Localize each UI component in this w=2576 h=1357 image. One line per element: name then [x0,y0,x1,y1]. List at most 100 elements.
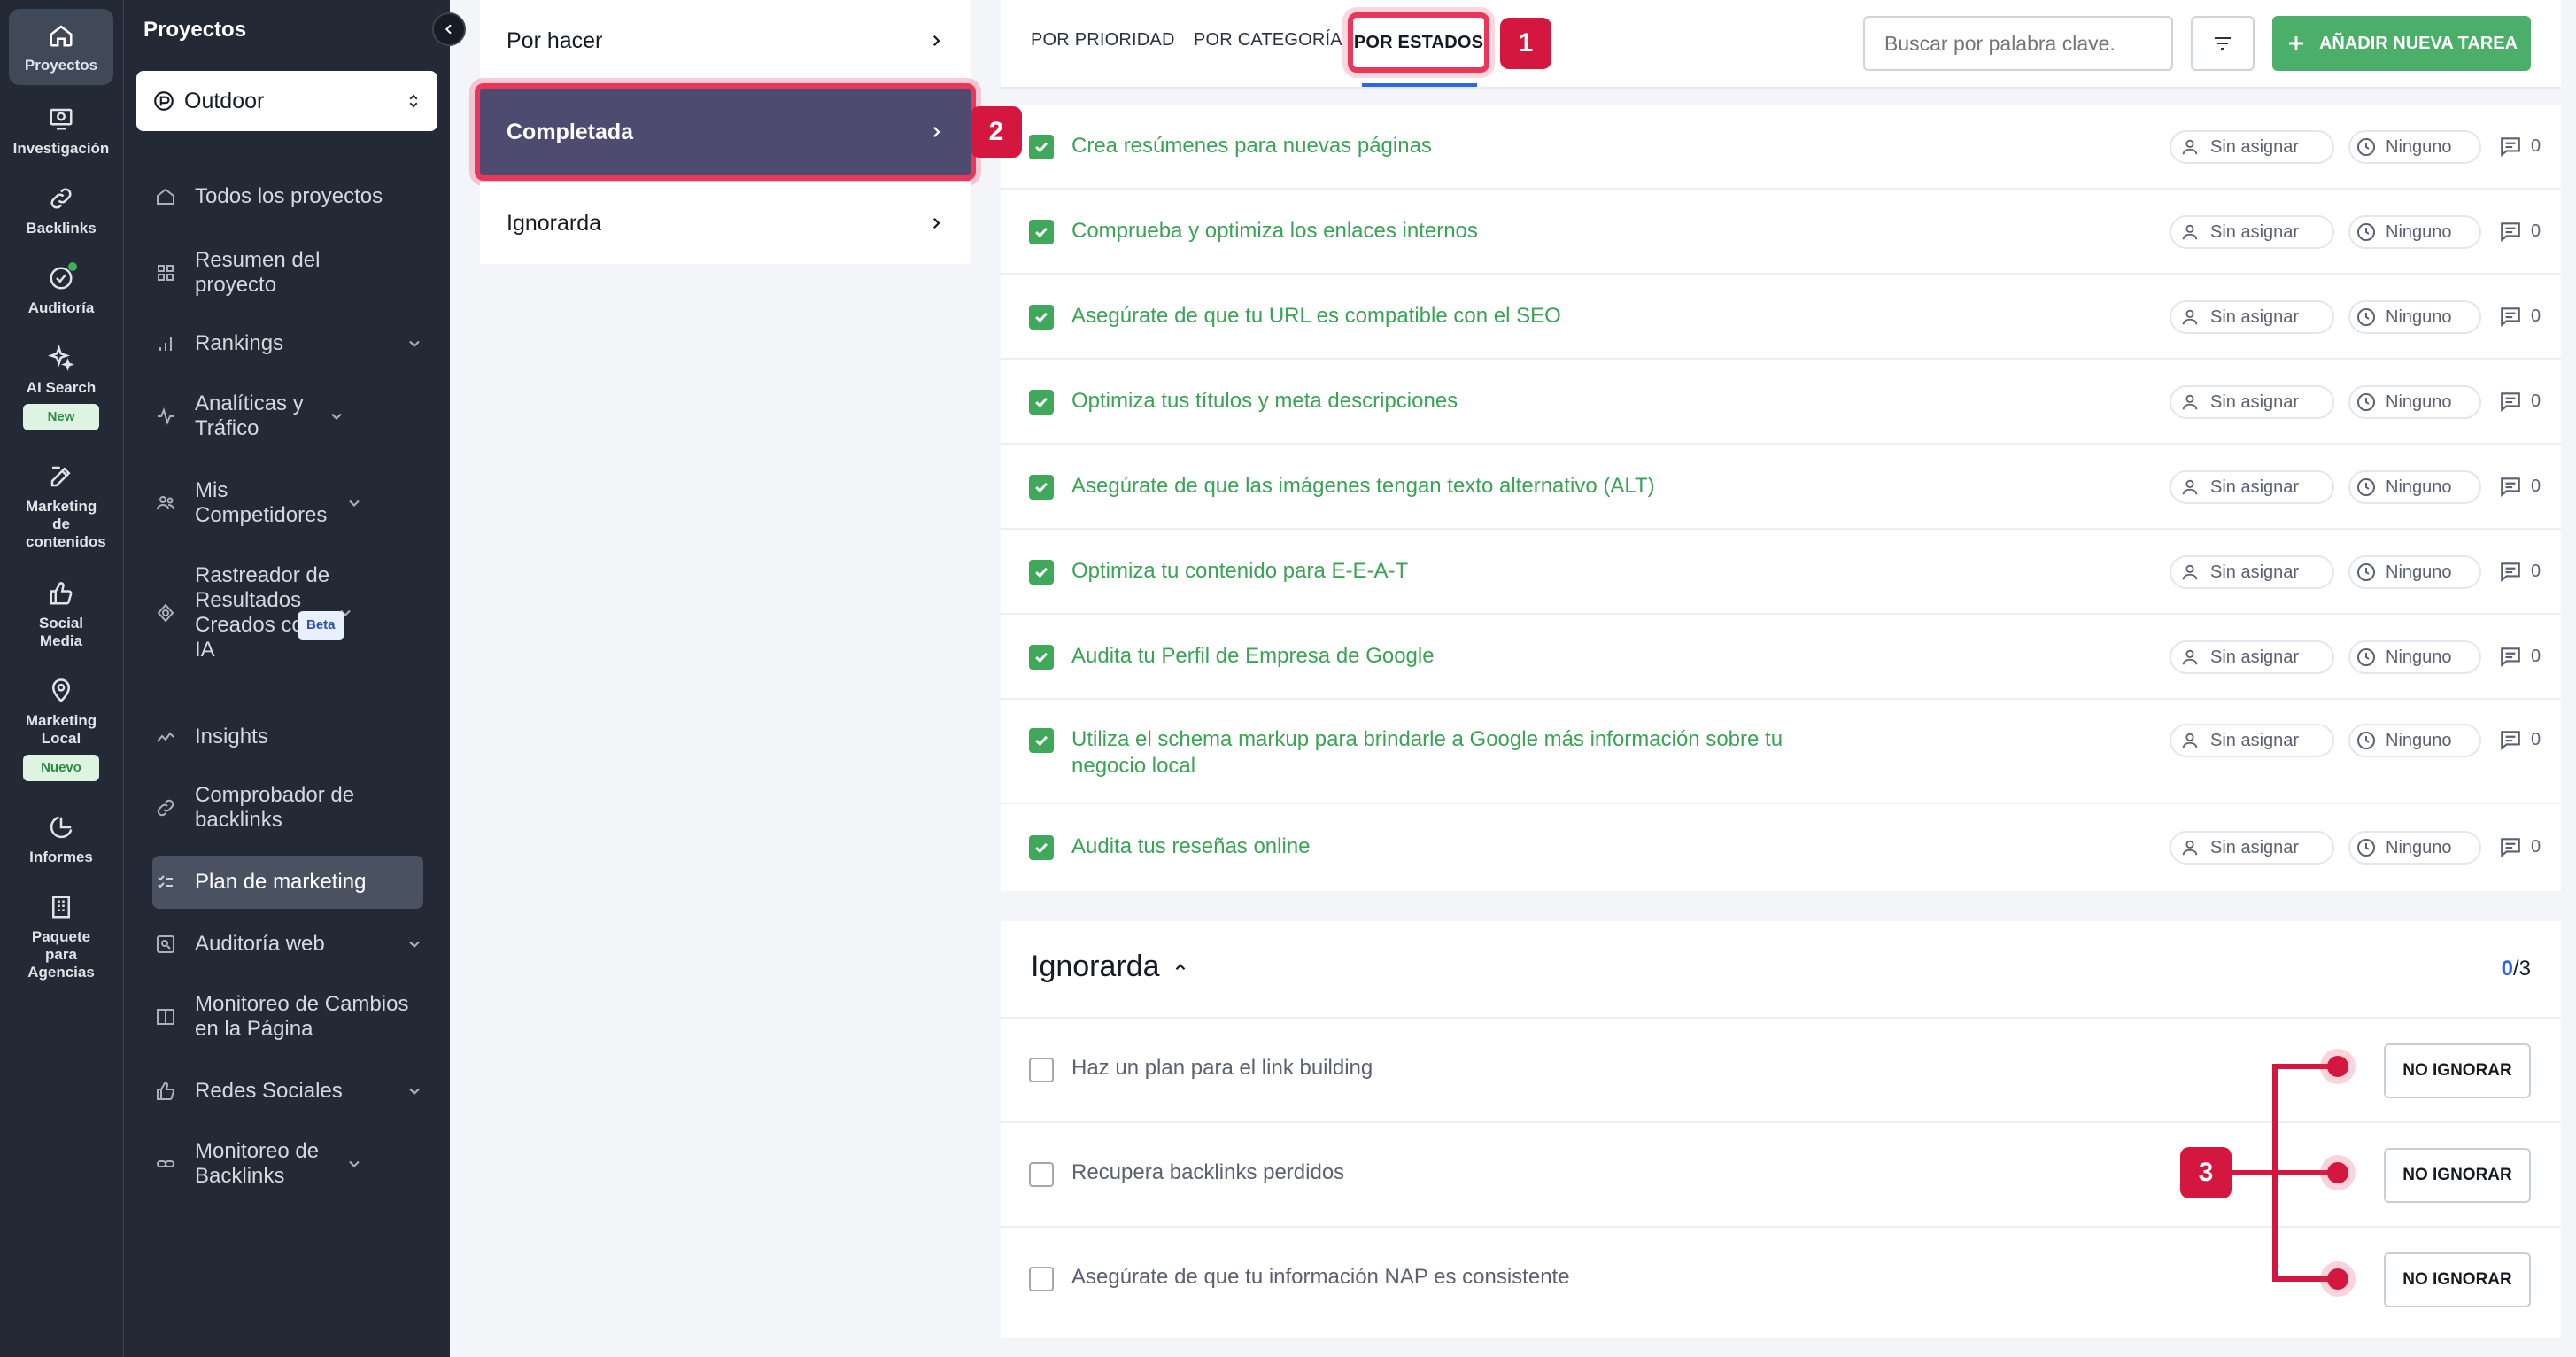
task-title[interactable]: Comprueba y optimiza los enlaces interno… [1071,218,1815,244]
task-checkbox[interactable] [1029,728,1054,753]
rail-item-paquete-agencias[interactable]: Paquete para Agencias [9,889,113,981]
sidebar-item-rankings[interactable]: Rankings [152,328,423,360]
rail-item-proyectos[interactable]: Proyectos [9,9,113,85]
collapse-sidebar-button[interactable] [432,12,466,46]
task-title[interactable]: Asegúrate de que tu URL es compatible co… [1071,303,1815,330]
task-title[interactable]: Haz un plan para el link building [1071,1056,1373,1081]
no-ignore-button[interactable]: NO IGNORAR [2384,1043,2531,1098]
rail-item-marketing-local[interactable]: Marketing Local Nuevo [9,673,113,781]
due-date-pill[interactable]: Ninguno [2348,215,2481,249]
due-date-pill[interactable]: Ninguno [2348,300,2481,334]
sidebar-item-plan-marketing[interactable]: Plan de marketing [152,856,423,909]
rail-item-marketing-contenidos[interactable]: Marketing de contenidos [9,459,113,551]
tab-por-estados[interactable]: POR ESTADOS [1348,12,1489,73]
task-checkbox[interactable] [1029,305,1054,330]
comments-count[interactable]: 0 [2499,390,2541,413]
sidebar-item-monitoreo-backlinks[interactable]: Monitoreo de Backlinks [152,1139,423,1189]
assignee-pill[interactable]: Sin asignar [2170,555,2334,589]
filter-button[interactable] [2191,16,2255,71]
task-checkbox[interactable] [1029,475,1054,500]
task-title[interactable]: Asegúrate de que tu información NAP es c… [1071,1265,1570,1290]
user-icon [2182,139,2198,155]
sidebar-item-redes-sociales[interactable]: Redes Sociales [152,1075,423,1107]
ignored-section-header[interactable]: Ignorarda [1031,950,1188,984]
tab-por-prioridad[interactable]: POR PRIORIDAD [1031,30,1175,50]
assignee-pill[interactable]: Sin asignar [2170,831,2334,865]
due-date-pill[interactable]: Ninguno [2348,831,2481,865]
status-item-ignorarda[interactable]: Ignorarda [480,182,971,264]
task-checkbox[interactable] [1029,645,1054,670]
task-title[interactable]: Audita tu Perfil de Empresa de Google [1071,643,1815,670]
sidebar-item-rastreador-ia[interactable]: Rastreador de Resultados Creados con IA … [152,563,423,663]
task-title[interactable]: Optimiza tu contenido para E-E-A-T [1071,558,1815,585]
comments-count[interactable]: 0 [2499,728,2541,751]
assignee-pill[interactable]: Sin asignar [2170,215,2334,249]
sidebar-item-analiticas[interactable]: Analíticas y Tráfico [152,392,423,441]
sidebar-item-resumen-proyecto[interactable]: Resumen del proyecto [152,246,423,299]
task-checkbox[interactable] [1029,1162,1054,1187]
task-checkbox[interactable] [1029,390,1054,415]
assignee-pill[interactable]: Sin asignar [2170,640,2334,674]
sidebar-item-monitoreo-cambios[interactable]: Monitoreo de Cambios en la Página [152,992,423,1042]
task-checkbox[interactable] [1029,560,1054,585]
comments-count[interactable]: 0 [2499,475,2541,498]
due-date-pill[interactable]: Ninguno [2348,555,2481,589]
project-logo-icon [154,91,174,111]
clock-icon [2357,308,2375,326]
comments-count[interactable]: 0 [2499,135,2541,158]
due-date-pill[interactable]: Ninguno [2348,470,2481,504]
rail-item-social-media[interactable]: Social Media [9,576,113,650]
chevron-down-icon [349,1160,360,1167]
rail-item-backlinks[interactable]: Backlinks [9,181,113,237]
no-ignore-button[interactable]: NO IGNORAR [2384,1148,2531,1203]
task-checkbox[interactable] [1029,835,1054,860]
due-date-pill[interactable]: Ninguno [2348,385,2481,419]
annotation-dot [2327,1162,2348,1183]
task-checkbox[interactable] [1029,220,1054,244]
task-title[interactable]: Audita tus reseñas online [1071,834,1815,860]
task-checkbox[interactable] [1029,135,1054,159]
due-date-pill[interactable]: Ninguno [2348,640,2481,674]
due-date-pill[interactable]: Ninguno [2348,130,2481,164]
project-selector[interactable]: Outdoor [136,71,437,131]
assignee-pill[interactable]: Sin asignar [2170,130,2334,164]
comments-count[interactable]: 0 [2499,645,2541,668]
beta-badge: Beta [298,611,344,640]
rail-item-auditoria[interactable]: Auditoría [9,260,113,317]
comments-count[interactable]: 0 [2499,560,2541,583]
add-task-button[interactable]: AÑADIR NUEVA TAREA [2272,16,2531,71]
task-title[interactable]: Utiliza el schema markup para brindarle … [1071,726,1815,779]
comments-count[interactable]: 0 [2499,220,2541,243]
sidebar-item-auditoria-web[interactable]: Auditoría web [152,928,423,960]
task-title[interactable]: Asegúrate de que las imágenes tengan tex… [1071,473,1815,500]
status-item-completada[interactable]: Completada [475,83,976,181]
assignee-pill[interactable]: Sin asignar [2170,470,2334,504]
sidebar-item-todos-proyectos[interactable]: Todos los proyectos [152,181,423,213]
check-icon [1035,652,1048,663]
tab-por-categoria[interactable]: POR CATEGORÍA [1194,30,1342,50]
due-date-pill[interactable]: Ninguno [2348,724,2481,757]
sidebar-item-competidores[interactable]: Mis Competidores [152,478,423,528]
no-ignore-button[interactable]: NO IGNORAR [2384,1252,2531,1307]
user-icon [2182,564,2198,580]
rail-item-ai-search[interactable]: AI Search New [9,340,113,430]
search-input[interactable] [1863,16,2173,71]
task-checkbox[interactable] [1029,1058,1054,1082]
status-item-por-hacer[interactable]: Por hacer [480,0,971,81]
task-checkbox[interactable] [1029,1267,1054,1291]
task-title[interactable]: Recupera backlinks perdidos [1071,1160,1344,1185]
sidebar-item-insights[interactable]: Insights [152,721,423,753]
assignee-pill[interactable]: Sin asignar [2170,300,2334,334]
assignee-pill[interactable]: Sin asignar [2170,724,2334,757]
rail-item-investigacion[interactable]: Investigación [9,101,113,158]
comments-count[interactable]: 0 [2499,835,2541,858]
comment-icon [2501,222,2520,243]
home-icon [43,18,79,53]
task-title[interactable]: Crea resúmenes para nuevas páginas [1071,133,1815,159]
sidebar-item-comprobador-backlinks[interactable]: Comprobador de backlinks [152,783,423,833]
assignee-pill[interactable]: Sin asignar [2170,385,2334,419]
rail-item-informes[interactable]: Informes [9,810,113,866]
task-title[interactable]: Optimiza tus títulos y meta descripcione… [1071,388,1815,415]
ignored-task-row: Haz un plan para el link building NO IGNO… [1001,1019,2561,1123]
comments-count[interactable]: 0 [2499,305,2541,328]
